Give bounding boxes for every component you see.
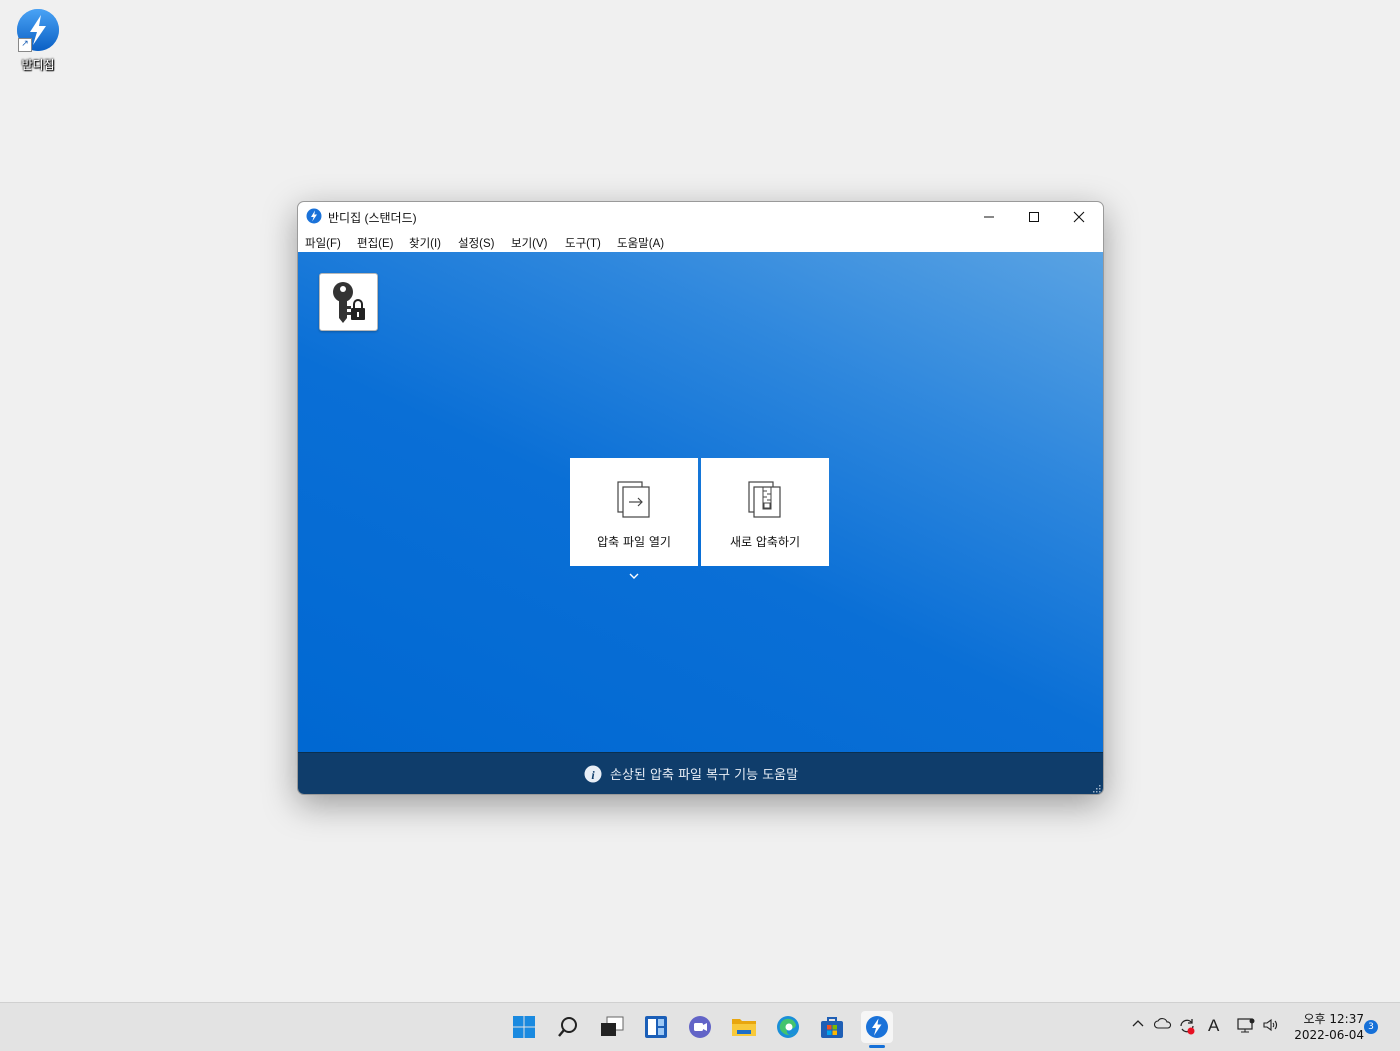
info-icon: i (584, 765, 602, 782)
task-view-icon (601, 1016, 624, 1036)
volume-icon (1263, 1018, 1278, 1032)
chevron-down-icon[interactable] (628, 572, 640, 580)
widgets-button[interactable] (640, 1011, 672, 1043)
resize-grip-icon[interactable] (1091, 783, 1101, 793)
active-app-indicator (869, 1045, 885, 1048)
start-button[interactable] (508, 1011, 540, 1043)
window-title: 반디집 (스탠더드) (328, 211, 417, 225)
main-content: 압축 파일 열기 새로 압축하기 (298, 252, 1103, 752)
shortcut-arrow-icon: ↗ (18, 38, 32, 52)
search-button[interactable] (552, 1011, 584, 1043)
clock-date: 2022-06-04 (1294, 1028, 1364, 1042)
menu-bar: 파일(F) 편집(E) 찾기(I) 설정(S) 보기(V) 도구(T) 도움말(… (298, 232, 1103, 252)
widgets-icon (645, 1016, 667, 1038)
bandizip-icon (866, 1016, 888, 1038)
menu-edit[interactable]: 편집(E) (357, 235, 394, 251)
clock-time: 오후 12:37 (1303, 1012, 1364, 1026)
edge-button[interactable] (772, 1011, 804, 1043)
title-bar[interactable]: 반디집 (스탠더드) (298, 202, 1103, 232)
minimize-button[interactable] (966, 202, 1012, 232)
folder-icon (732, 1019, 756, 1036)
new-archive-tile[interactable]: 새로 압축하기 (701, 458, 829, 566)
cloud-icon (1153, 1018, 1172, 1029)
bandizip-window: 반디집 (스탠더드) 파일(F) 편집(E) 찾기(I) 설정(S) 보기(V)… (297, 201, 1104, 795)
store-button[interactable] (816, 1011, 848, 1043)
menu-view[interactable]: 보기(V) (511, 235, 548, 251)
ime-indicator[interactable]: A (1208, 1016, 1219, 1036)
close-button[interactable] (1056, 202, 1102, 232)
new-archive-label: 새로 압축하기 (729, 535, 801, 549)
shortcut-label: 반디집 (21, 58, 55, 72)
maximize-button[interactable] (1011, 202, 1057, 232)
sync-alert-icon (1180, 1019, 1195, 1035)
store-icon (821, 1017, 843, 1038)
windows-start-icon (513, 1016, 535, 1038)
password-key-icon (332, 282, 365, 323)
menu-find[interactable]: 찾기(I) (409, 235, 441, 251)
network-icon (1237, 1018, 1255, 1033)
task-view-button[interactable] (596, 1011, 628, 1043)
menu-file[interactable]: 파일(F) (305, 235, 341, 251)
menu-help[interactable]: 도움말(A) (617, 235, 664, 251)
app-icon (306, 208, 324, 226)
desktop-shortcut-bandizip[interactable]: ↗ 반디집 (12, 8, 64, 73)
clock[interactable]: 오후 12:37 2022-06-04 (1288, 1011, 1364, 1043)
open-archive-label: 압축 파일 열기 (597, 535, 671, 549)
repair-help-link[interactable]: i 손상된 압축 파일 복구 기능 도움말 (584, 764, 798, 783)
teams-chat-icon (689, 1016, 711, 1038)
search-icon (558, 1017, 577, 1037)
volume-tray[interactable] (1262, 1017, 1280, 1036)
open-archive-tile[interactable]: 압축 파일 열기 (570, 458, 698, 566)
status-bar: i 손상된 압축 파일 복구 기능 도움말 (298, 752, 1103, 794)
network-tray[interactable] (1237, 1017, 1255, 1036)
new-archive-icon (748, 481, 781, 518)
sync-tray[interactable] (1178, 1017, 1196, 1038)
file-explorer-button[interactable] (728, 1011, 760, 1043)
menu-settings[interactable]: 설정(S) (458, 235, 495, 251)
onedrive-tray[interactable] (1153, 1017, 1172, 1032)
menu-tools[interactable]: 도구(T) (565, 235, 601, 251)
show-hidden-icons-button[interactable] (1131, 1017, 1145, 1031)
bandizip-taskbar-button[interactable] (861, 1011, 893, 1043)
notification-badge[interactable]: 3 (1364, 1020, 1378, 1034)
password-manager-button[interactable] (319, 273, 378, 331)
edge-browser-icon (777, 1016, 799, 1038)
taskbar: A 오후 12:37 2022-06-04 3 (0, 1002, 1400, 1051)
chat-button[interactable] (684, 1011, 716, 1043)
bandizip-icon: ↗ (16, 8, 60, 52)
open-archive-icon (617, 481, 650, 518)
repair-help-text: 손상된 압축 파일 복구 기능 도움말 (610, 768, 799, 783)
chevron-up-icon (1132, 1020, 1144, 1027)
